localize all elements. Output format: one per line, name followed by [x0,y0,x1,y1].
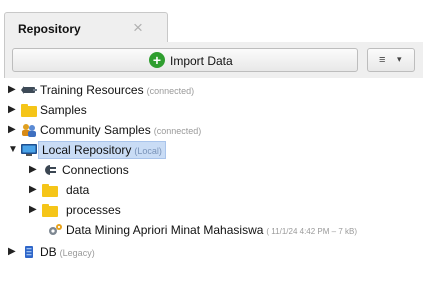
chevron-right-icon[interactable]: ▶ [8,104,18,115]
options-menu-button[interactable]: ≡ ▾ [367,48,415,72]
monitor-icon [21,143,37,157]
chevron-right-icon[interactable]: ▶ [8,246,18,257]
process-icon [47,223,63,237]
file-details: ( 11/1/24 4:42 PM – 7 kB) [266,227,357,236]
menu-icon: ≡ [379,54,386,66]
tree-item-label: Community Samples [40,123,151,137]
db-type: (Legacy) [59,248,95,258]
tree-item-community-samples[interactable]: ▶ Community Samples (connected) [4,120,423,140]
repository-tree: ▶ Training Resources (connected) ▶ Sample… [4,78,423,295]
chevron-right-icon[interactable]: ▶ [29,184,39,195]
tab-bar: Repository × [0,0,423,43]
community-icon [21,123,37,137]
tree-item-label: Training Resources [40,83,144,97]
folder-icon [42,184,58,197]
import-data-label: Import Data [170,54,233,68]
connection-status: (connected) [153,126,202,136]
chevron-right-icon[interactable]: ▶ [29,164,39,175]
tree-item-connections[interactable]: ▶ Connections [4,160,423,180]
tree-item-label: Local Repository [42,143,132,157]
tree-item-local-repository[interactable]: ▼ Local Repository (Local) [4,140,423,160]
repository-type: (Local) [134,146,162,156]
tree-item-label: processes [66,203,121,217]
chevron-down-icon: ▾ [397,54,402,64]
tree-item-db[interactable]: ▶ DB (Legacy) [4,242,423,262]
chevron-right-icon[interactable]: ▶ [8,124,18,135]
tab-repository[interactable]: Repository × [4,12,168,43]
tree-item-samples[interactable]: ▶ Samples [4,100,423,120]
selected-item-highlight: Local Repository (Local) [38,141,166,159]
chevron-right-icon[interactable]: ▶ [8,84,18,95]
tree-item-training-resources[interactable]: ▶ Training Resources (connected) [4,80,423,100]
folder-icon [21,104,37,117]
tree-item-label: DB [40,245,57,259]
database-icon [23,245,39,259]
tab-title: Repository [18,22,81,36]
close-icon[interactable]: × [133,19,143,36]
tree-item-label: data [66,183,90,197]
tree-item-label: Connections [62,163,129,177]
tree-item-label: Data Mining Apriori Minat Mahasiswa [66,223,264,237]
tree-item-data[interactable]: ▶ data [4,180,423,200]
tree-item-label: Samples [40,103,87,117]
folder-icon [42,204,58,217]
connection-status: (connected) [146,86,195,96]
training-resources-icon [21,83,37,97]
import-data-button[interactable]: + Import Data [12,48,358,72]
connections-icon [42,163,58,177]
chevron-down-icon[interactable]: ▼ [8,144,18,155]
tree-item-processes[interactable]: ▶ processes [4,200,423,220]
tree-item-process-file[interactable]: Data Mining Apriori Minat Mahasiswa( 11/… [4,220,423,240]
plus-icon: + [149,52,165,68]
chevron-right-icon[interactable]: ▶ [29,204,39,215]
